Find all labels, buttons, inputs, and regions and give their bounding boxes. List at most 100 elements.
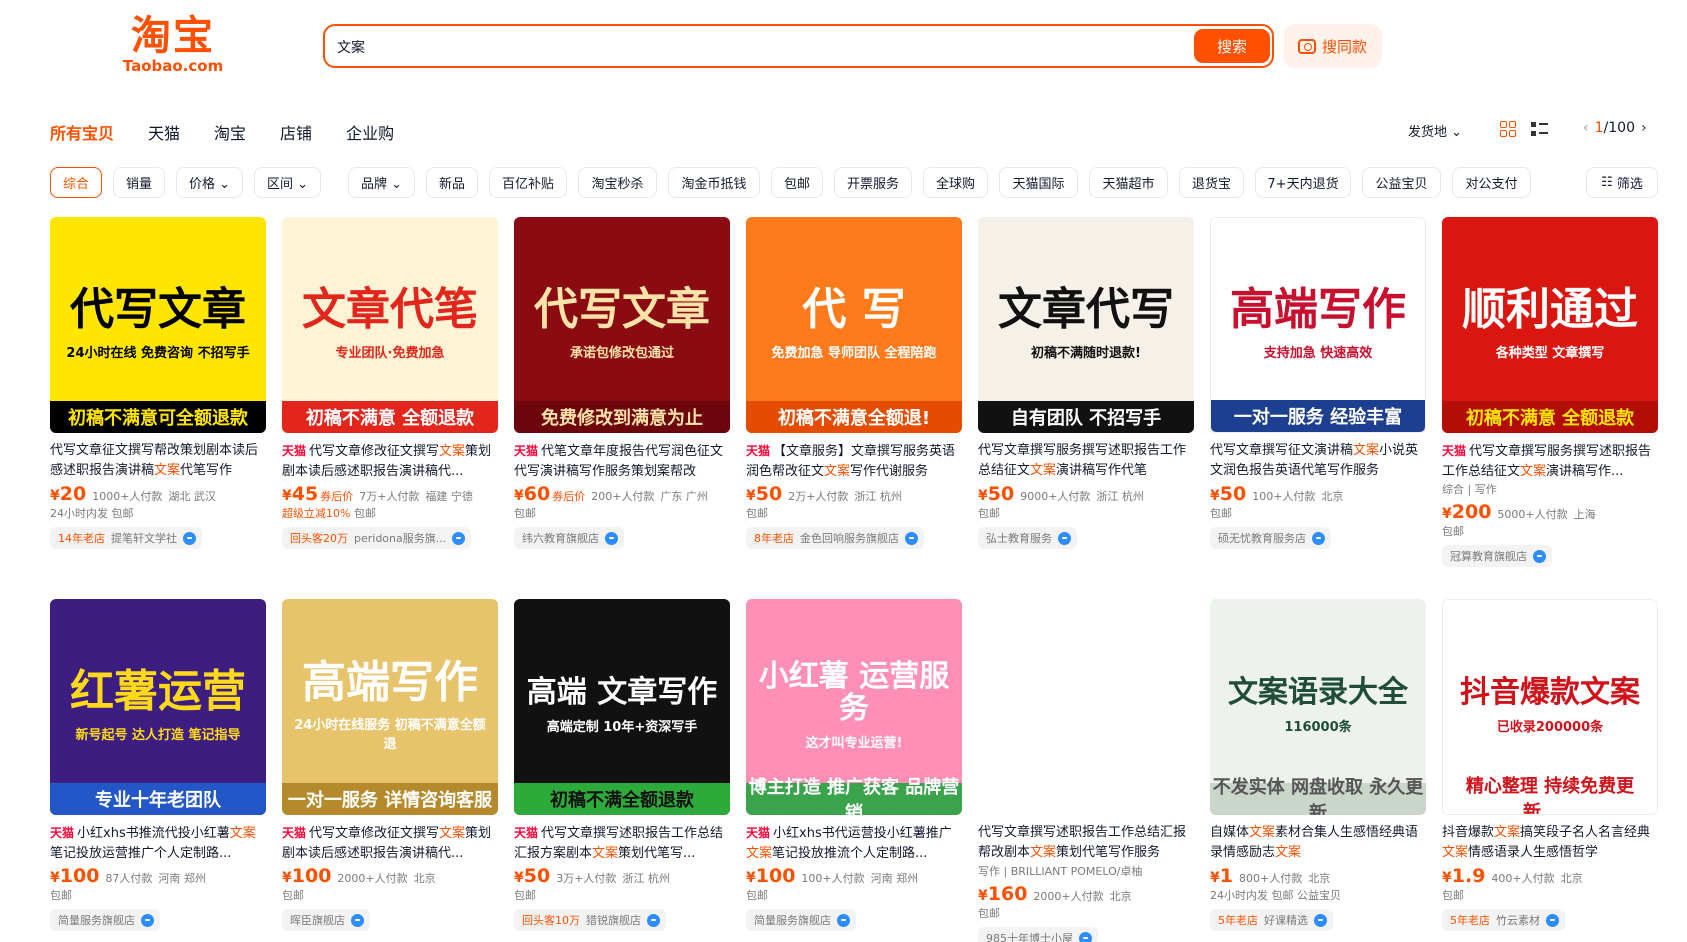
- filter-7day-return[interactable]: 7+天内退货: [1255, 167, 1351, 198]
- chat-icon[interactable]: [1546, 913, 1559, 927]
- filter-tmall-market[interactable]: 天猫超市: [1089, 167, 1168, 198]
- shop-link[interactable]: 简量服务旗舰店: [746, 909, 856, 931]
- product-card[interactable]: 红薯运营 新号起号 达人打造 笔记指导 专业十年老团队天猫 小红xhs书推流代投小红薯…: [50, 599, 266, 931]
- product-title[interactable]: 天猫 代写文章修改征文撰写文案策划剧本读后感述职报告演讲稿代...: [282, 823, 498, 863]
- product-card[interactable]: 代 写免费加急 导师团队 全程陪跑 初稿不满意全额退! 天猫 【文章服务】文章撰写服务…: [746, 217, 962, 549]
- shop-link[interactable]: 弘士教育服务: [978, 527, 1077, 549]
- chat-icon[interactable]: [837, 913, 850, 927]
- shop-link[interactable]: 5年老店 好课精选: [1210, 909, 1333, 931]
- chat-icon[interactable]: [647, 913, 660, 927]
- search-input[interactable]: [337, 36, 1117, 58]
- product-title[interactable]: 天猫 代笔文章年度报告代写润色征文代写演讲稿写作服务策划案帮改: [514, 441, 730, 481]
- product-image[interactable]: 小红薯 运营服务 这才叫专业运营! 博主打造 推广获客 品牌营销: [746, 599, 962, 815]
- list-view-icon[interactable]: [1531, 121, 1548, 137]
- product-card[interactable]: 顺利通过 各种类型 文章撰写 初稿不满意 全额退款天猫 代写文章撰写服务撰写述职报告工…: [1442, 217, 1658, 567]
- filter-free-shipping[interactable]: 包邮: [771, 167, 823, 198]
- filter-return-insurance[interactable]: 退货宝: [1179, 167, 1244, 198]
- product-image[interactable]: 顺利通过 各种类型 文章撰写 初稿不满意 全额退款: [1442, 217, 1658, 433]
- product-card[interactable]: 文章代写 初稿不满随时退款! 自有团队 不招写手代写文章撰写服务撰写述职报告工作总结…: [978, 217, 1194, 549]
- next-page-icon[interactable]: ›: [1641, 120, 1647, 136]
- product-card[interactable]: 文案语录大全 116000条 不发实体 网盘收取 永久更新自媒体文案素材合集人生感悟…: [1210, 599, 1426, 931]
- product-image[interactable]: 高端写作 24小时在线服务 初稿不满意全额退 一对一服务 详情咨询客服: [282, 599, 498, 815]
- product-card[interactable]: 小红薯 运营服务 这才叫专业运营! 博主打造 推广获客 品牌营销天猫 小红xhs书代运…: [746, 599, 962, 931]
- chat-icon[interactable]: [141, 913, 154, 927]
- product-title[interactable]: 自媒体文案素材合集人生感悟经典语录情感励志文案: [1210, 823, 1426, 863]
- product-image[interactable]: 文章代写 初稿不满随时退款! 自有团队 不招写手: [978, 217, 1194, 433]
- filter-default[interactable]: 综合: [50, 167, 102, 198]
- shop-link[interactable]: 纬六教育旗舰店: [514, 527, 624, 549]
- chat-icon[interactable]: [351, 913, 364, 927]
- shop-link[interactable]: 简量服务旗舰店: [50, 909, 160, 931]
- shop-link[interactable]: 5年老店 竹云素材: [1442, 909, 1565, 931]
- filter-flash-sale[interactable]: 淘宝秒杀: [578, 167, 657, 198]
- chat-icon[interactable]: [183, 531, 196, 545]
- product-image[interactable]: 高端写作 支持加急 快速高效 一对一服务 经验丰富: [1210, 217, 1426, 433]
- product-title[interactable]: 天猫 【文章服务】文章撰写服务英语润色帮改征文文案写作代谢服务: [746, 441, 962, 481]
- taobao-logo[interactable]: 淘宝 Taobao.com: [118, 14, 228, 76]
- filter-tmall-intl[interactable]: 天猫国际: [999, 167, 1078, 198]
- product-title[interactable]: 代写文章撰写征文演讲稿文案小说英文润色报告英语代笔写作服务: [1210, 441, 1426, 481]
- filter-corporate-pay[interactable]: 对公支付: [1452, 167, 1531, 198]
- product-card[interactable]: 高端写作 支持加急 快速高效 一对一服务 经验丰富代写文章撰写征文演讲稿文案小说英文…: [1210, 217, 1426, 549]
- product-title[interactable]: 天猫 小红xhs书代运营投小红薯推广文案笔记投放推流个人定制路...: [746, 823, 962, 863]
- product-image[interactable]: 代写文章 承诺包修改包通过 免费修改到满意为止: [514, 217, 730, 433]
- product-image[interactable]: 代 写免费加急 导师团队 全程陪跑 初稿不满意全额退!: [746, 217, 962, 433]
- tab-enterprise[interactable]: 企业购: [346, 120, 394, 144]
- filter-global[interactable]: 全球购: [923, 167, 988, 198]
- product-title[interactable]: 天猫 代写文章撰写述职报告工作总结汇报方案剧本文案策划代笔写...: [514, 823, 730, 863]
- shop-link[interactable]: 回头客10万 猎锐旗舰店: [514, 909, 666, 931]
- ship-from-dropdown[interactable]: 发货地 ⌄: [1408, 121, 1462, 140]
- product-title[interactable]: 代写文章撰写述职报告工作总结汇报帮改剧本文案策划代笔写作服务: [978, 823, 1194, 863]
- shop-link[interactable]: 8年老店 金色回响服务旗舰店: [746, 527, 924, 549]
- chat-icon[interactable]: [452, 531, 466, 545]
- product-image[interactable]: [978, 599, 1194, 815]
- filter-price[interactable]: 价格 ⌄: [176, 167, 243, 198]
- shop-link[interactable]: 晖臣旗舰店: [282, 909, 370, 931]
- filter-gold-coin[interactable]: 淘金币抵钱: [668, 167, 760, 198]
- product-card[interactable]: 代写文章 24小时在线 免费咨询 不招写手 初稿不满意可全额退款代写文章征文撰写帮改…: [50, 217, 266, 549]
- tab-all[interactable]: 所有宝贝: [50, 120, 114, 144]
- product-card[interactable]: 高端写作 24小时在线服务 初稿不满意全额退 一对一服务 详情咨询客服天猫 代写文章修…: [282, 599, 498, 931]
- filter-invoice[interactable]: 开票服务: [834, 167, 912, 198]
- chat-icon[interactable]: [1533, 549, 1546, 563]
- shop-link[interactable]: 回头客20万 peridona服务旗...: [282, 527, 472, 549]
- product-card[interactable]: 代写文章 承诺包修改包通过 免费修改到满意为止天猫 代笔文章年度报告代写润色征文代写演…: [514, 217, 730, 549]
- chat-icon[interactable]: [1079, 931, 1092, 942]
- chat-icon[interactable]: [605, 531, 618, 545]
- search-button[interactable]: 搜索: [1194, 29, 1270, 63]
- product-image[interactable]: 高端 文章写作 高端定制 10年+资深写手 初稿不满全额退款: [514, 599, 730, 815]
- product-title[interactable]: 代写文章征文撰写帮改策划剧本读后感述职报告演讲稿文案代笔写作: [50, 441, 266, 481]
- chat-icon[interactable]: [1058, 531, 1071, 545]
- chat-icon[interactable]: [1312, 531, 1325, 545]
- tab-shops[interactable]: 店铺: [280, 120, 312, 144]
- tab-taobao[interactable]: 淘宝: [214, 120, 246, 144]
- shop-link[interactable]: 冠算教育旗舰店: [1442, 545, 1552, 567]
- product-title[interactable]: 天猫 小红xhs书推流代投小红薯文案笔记投放运营推广个人定制路...: [50, 823, 266, 863]
- product-image[interactable]: 红薯运营 新号起号 达人打造 笔记指导 专业十年老团队: [50, 599, 266, 815]
- product-image[interactable]: 文案语录大全 116000条 不发实体 网盘收取 永久更新: [1210, 599, 1426, 815]
- chat-icon[interactable]: [1314, 913, 1327, 927]
- product-card[interactable]: 文章代笔 专业团队·免费加急 初稿不满意 全额退款天猫 代写文章修改征文撰写文案策划剧…: [282, 217, 498, 549]
- product-image[interactable]: 代写文章 24小时在线 免费咨询 不招写手 初稿不满意可全额退款: [50, 217, 266, 433]
- grid-view-icon[interactable]: [1500, 121, 1516, 137]
- filter-brand[interactable]: 品牌 ⌄: [348, 167, 415, 198]
- product-title[interactable]: 天猫 代写文章撰写服务撰写述职报告工作总结征文文案演讲稿写作...: [1442, 441, 1658, 481]
- product-title[interactable]: 天猫 代写文章修改征文撰写文案策划剧本读后感述职报告演讲稿代...: [282, 441, 498, 481]
- search-same-button[interactable]: 搜同款: [1283, 24, 1382, 68]
- shop-link[interactable]: 硕无忧教育服务店: [1210, 527, 1331, 549]
- filter-range[interactable]: 区间 ⌄: [254, 167, 321, 198]
- shop-link[interactable]: 14年老店 提笔轩文学社: [50, 527, 202, 549]
- product-card[interactable]: 高端 文章写作 高端定制 10年+资深写手 初稿不满全额退款天猫 代写文章撰写述职报告…: [514, 599, 730, 931]
- product-card[interactable]: 抖音爆款文案 已收录200000条 精心整理 持续免费更新…… 抖音爆款文案搞笑段子名…: [1442, 599, 1658, 931]
- product-image[interactable]: 文章代笔 专业团队·免费加急 初稿不满意 全额退款: [282, 217, 498, 433]
- product-title[interactable]: 代写文章撰写服务撰写述职报告工作总结征文文案演讲稿写作代笔: [978, 441, 1194, 481]
- product-title[interactable]: 抖音爆款文案搞笑段子名人名言经典文案情感语录人生感悟哲学: [1442, 823, 1658, 863]
- filter-new[interactable]: 新品: [426, 167, 478, 198]
- shop-link[interactable]: 985十年博士小屋: [978, 927, 1098, 942]
- prev-page-icon[interactable]: ‹: [1583, 120, 1589, 136]
- filter-charity[interactable]: 公益宝贝: [1362, 167, 1441, 198]
- product-card[interactable]: 代写文章撰写述职报告工作总结汇报帮改剧本文案策划代笔写作服务 写作 | BRILL…: [978, 599, 1194, 942]
- filter-more-button[interactable]: ☷ 筛选: [1586, 167, 1658, 198]
- product-image[interactable]: 抖音爆款文案 已收录200000条 精心整理 持续免费更新……: [1442, 599, 1658, 815]
- filter-subsidy[interactable]: 百亿补贴: [489, 167, 567, 198]
